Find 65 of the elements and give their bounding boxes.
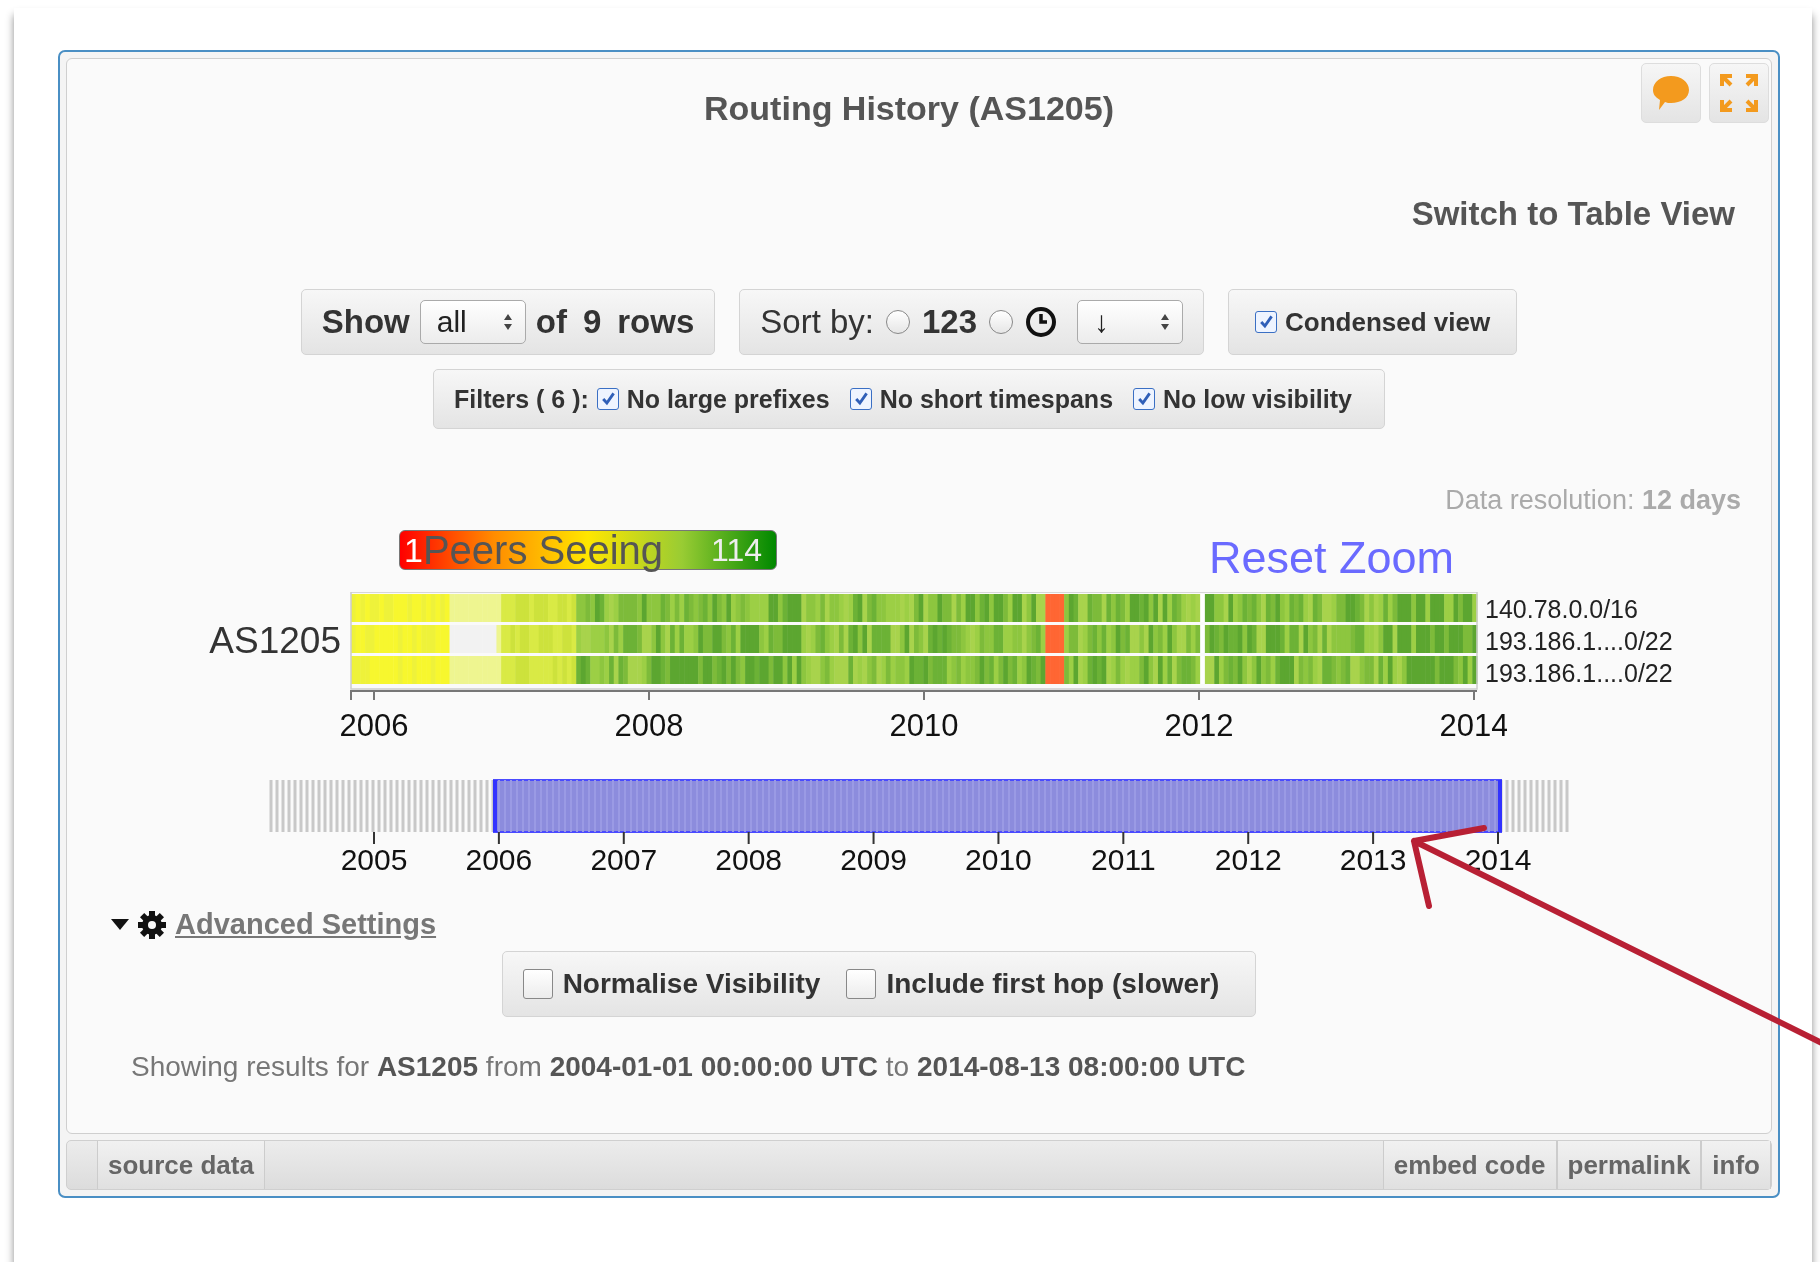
condensed-view-label: Condensed view [1285,306,1491,338]
prefix-label: 193.186.1....0/22 [1485,626,1673,657]
of-label: of [535,303,567,341]
legend-min: 1 [404,530,423,570]
tick-label: 2012 [1164,708,1234,743]
filters-label: Filters ( 6 ): [454,384,589,414]
rows-select[interactable]: all [419,300,526,344]
rows-label: rows [617,303,695,341]
show-label: Show [321,303,410,341]
tick-label: 2006 [465,843,533,876]
checkbox[interactable] [846,969,877,999]
footer-button[interactable]: permalink [1556,1141,1702,1189]
stepper-icon [1160,313,1171,331]
numeric-sort-label: 123 [922,303,978,341]
widget-title: Routing History (AS1205) [704,89,1114,128]
legend-title: Peers Seeing [422,527,664,573]
checkbox[interactable] [1255,311,1278,333]
filter-label: No short timespans [879,384,1114,414]
gear-icon [137,909,167,940]
footer-button[interactable]: embed code [1382,1141,1557,1189]
caret-icon[interactable] [111,918,129,931]
speech-bubble-icon [1651,74,1691,112]
advanced-settings-link[interactable]: Advanced Settings [175,908,437,941]
row-count: 9 [582,303,602,341]
summary-text: Showing results for AS1205 from 2004-01-01 00:00:00 UTC to 2014-08-13 08:00:00 UTC [131,1051,1247,1083]
checkbox[interactable] [522,969,553,999]
tick-label: 2013 [1339,843,1407,876]
tick-label: 2006 [339,708,409,743]
tick-label: 2008 [614,708,684,743]
direction-select[interactable]: ↓ [1077,300,1184,344]
tick-label: 2014 [1439,708,1507,743]
checkbox[interactable] [849,388,872,410]
resolution-label: Data resolution: [1445,485,1636,515]
resolution-value: 12 days [1641,485,1741,515]
footer-button[interactable]: source data [97,1141,265,1189]
tick-label: 2011 [1091,843,1156,876]
filter-label: No large prefixes [626,384,830,414]
legend-max: 114 [711,531,762,569]
check-icon [1136,391,1153,407]
radio-button[interactable] [886,310,910,334]
table-view-link[interactable]: Switch to Table View [1411,195,1735,233]
option-label: Normalise Visibility [562,968,821,1000]
expand-icon [1719,73,1759,113]
tick-label: 2010 [965,843,1032,876]
radio-button[interactable] [989,310,1014,334]
tick-label: 2012 [1214,843,1282,876]
checkbox[interactable] [1133,388,1156,410]
prefix-label: 140.78.0.0/16 [1485,594,1639,625]
sort-label: Sort by: [760,303,874,341]
filter-label: No low visibility [1163,384,1352,414]
option-label: Include first hop (slower) [886,968,1220,1000]
prefix-label: 193.186.1....0/22 [1485,658,1673,689]
footer-button[interactable]: info [1701,1141,1771,1189]
clock-icon [1025,306,1058,338]
group-label: AS1205 [208,620,342,662]
check-icon [1258,314,1275,330]
navigator-drawing[interactable] [269,778,1569,834]
tick-label: 2010 [889,708,959,743]
tick-label: 2007 [590,843,658,876]
tick-label: 2005 [340,843,408,876]
stepper-icon [502,313,513,331]
reset-zoom-button[interactable]: Reset Zoom [1209,532,1455,584]
tick-label: 2008 [715,843,783,876]
checkbox[interactable] [596,388,619,410]
tick-label: 2009 [840,843,907,876]
